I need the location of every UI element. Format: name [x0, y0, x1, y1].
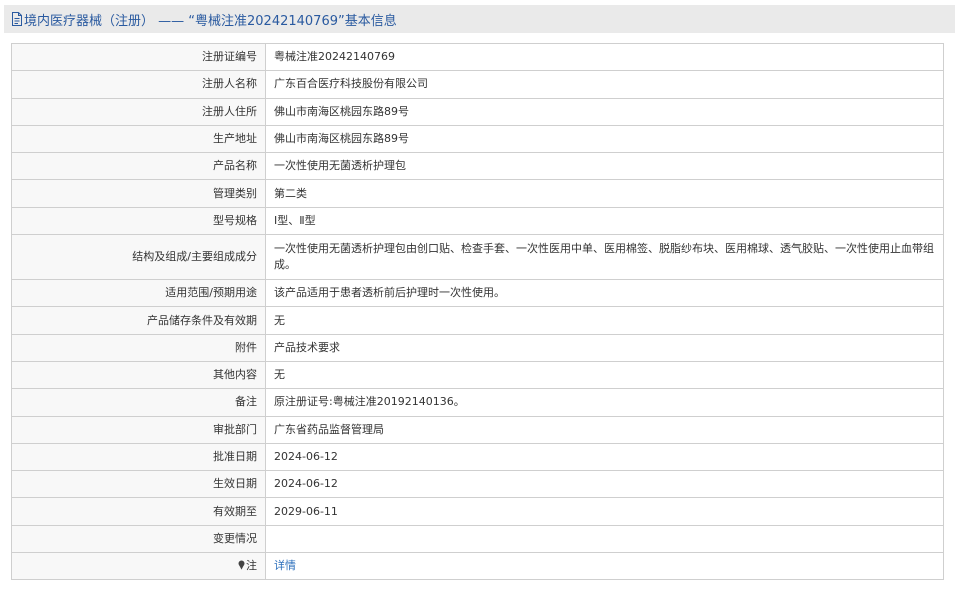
table-row: 注册人名称 广东百合医疗科技股份有限公司	[11, 70, 944, 99]
table-row: 审批部门 广东省药品监督管理局	[11, 415, 944, 444]
field-value: 产品技术要求	[265, 333, 944, 362]
field-value: 2029-06-11	[265, 497, 944, 526]
title-registration-number: “粤械注准20242140769”	[188, 13, 345, 29]
field-label: 有效期至	[11, 497, 266, 526]
field-value: 一次性使用无菌透析护理包	[265, 152, 944, 181]
field-value: 无	[265, 360, 944, 390]
table-row: 型号规格 Ⅰ型、Ⅱ型	[11, 206, 944, 236]
field-label: 结构及组成/主要组成成分	[11, 234, 266, 281]
details-link[interactable]: 详情	[274, 559, 296, 572]
field-label: 产品名称	[11, 152, 266, 181]
field-label: 注册人住所	[11, 97, 266, 126]
field-value: 粤械注准20242140769	[265, 42, 944, 72]
field-label: 备注	[11, 388, 266, 417]
field-label: 批准日期	[11, 442, 266, 472]
table-row: 批准日期 2024-06-12	[11, 442, 944, 472]
table-row: 产品储存条件及有效期无	[11, 306, 944, 335]
table-row: 其他内容无	[11, 360, 944, 390]
title-suffix: 基本信息	[344, 13, 397, 29]
field-label: 生产地址	[11, 124, 266, 154]
pin-icon	[238, 560, 245, 570]
field-label: 注册人名称	[11, 70, 266, 99]
table-row: 适用范围/预期用途 该产品适用于患者透析前后护理时一次性使用。	[11, 279, 944, 308]
field-value: 原注册证号:粤械注准20192140136。	[265, 388, 944, 417]
note-label: 注	[246, 559, 257, 573]
note-label-cell: 注	[11, 552, 266, 581]
table-row: 备注 原注册证号:粤械注准20192140136。	[11, 388, 944, 417]
table-row: 管理类别 第二类	[11, 179, 944, 208]
table-row: 结构及组成/主要组成成分 一次性使用无菌透析护理包由创口贴、检查手套、一次性医用中…	[11, 234, 944, 281]
field-value: 2024-06-12	[265, 470, 944, 499]
field-value: 一次性使用无菌透析护理包由创口贴、检查手套、一次性医用中单、医用棉签、脱脂纱布块…	[265, 234, 944, 281]
table-row: 生产地址 佛山市南海区桃园东路89号	[11, 124, 944, 154]
field-label: 其他内容	[11, 360, 266, 390]
field-label: 变更情况	[11, 524, 266, 554]
field-label: 产品储存条件及有效期	[11, 306, 266, 335]
title-dash: ——	[154, 13, 189, 29]
field-label: 注册证编号	[11, 42, 266, 72]
table-row: 变更情况	[11, 524, 944, 554]
field-value: 该产品适用于患者透析前后护理时一次性使用。	[265, 279, 944, 308]
document-icon	[12, 12, 22, 26]
table-row: 注册人住所 佛山市南海区桃园东路89号	[11, 97, 944, 126]
field-value: 广东省药品监督管理局	[265, 415, 944, 444]
table-row: 生效日期 2024-06-12	[11, 470, 944, 499]
field-label: 生效日期	[11, 470, 266, 499]
field-value: Ⅰ型、Ⅱ型	[265, 206, 944, 236]
page-title: 境内医疗器械（注册） —— “粤械注准20242140769”基本信息	[24, 10, 397, 29]
table-row: 有效期至 2029-06-11	[11, 497, 944, 526]
table-row: 产品名称 一次性使用无菌透析护理包	[11, 152, 944, 181]
field-label: 审批部门	[11, 415, 266, 444]
page-header: 境内医疗器械（注册） —— “粤械注准20242140769”基本信息	[4, 5, 955, 33]
field-label: 附件	[11, 333, 266, 362]
field-value: 无	[265, 306, 944, 335]
table-row: 附件 产品技术要求	[11, 333, 944, 362]
field-value: 第二类	[265, 179, 944, 208]
field-label: 型号规格	[11, 206, 266, 236]
info-table: 注册证编号 粤械注准20242140769 注册人名称 广东百合医疗科技股份有限公司注…	[11, 42, 944, 581]
field-value	[265, 524, 944, 554]
field-value: 佛山市南海区桃园东路89号	[265, 97, 944, 126]
field-label: 适用范围/预期用途	[11, 279, 266, 308]
field-label: 管理类别	[11, 179, 266, 208]
note-row: 注 详情	[11, 552, 944, 581]
field-value: 广东百合医疗科技股份有限公司	[265, 70, 944, 99]
table-row: 注册证编号 粤械注准20242140769	[11, 42, 944, 72]
field-value: 2024-06-12	[265, 442, 944, 472]
note-value-cell: 详情	[265, 552, 944, 581]
field-value: 佛山市南海区桃园东路89号	[265, 124, 944, 154]
title-prefix: 境内医疗器械（注册）	[24, 13, 155, 29]
